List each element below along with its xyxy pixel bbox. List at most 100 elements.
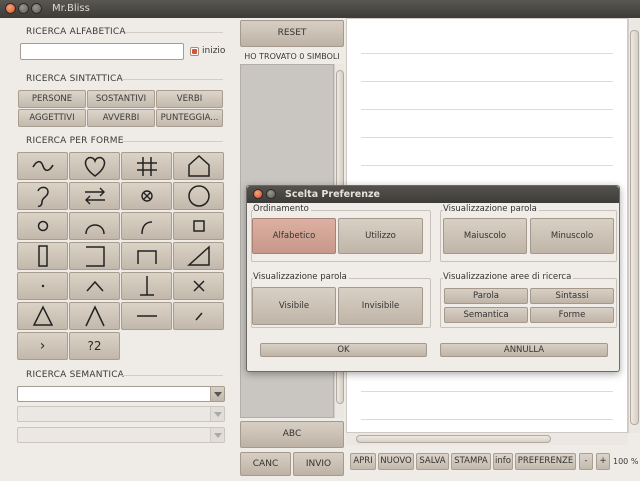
shape-button-triangle[interactable] xyxy=(17,302,68,330)
shape-button-open-bracket[interactable] xyxy=(69,242,120,270)
text-line xyxy=(361,137,613,138)
shape-button-hash[interactable] xyxy=(121,152,172,180)
forme-button[interactable]: Forme xyxy=(530,307,614,323)
semantic-combo-3 xyxy=(17,427,225,443)
syntax-button-avverbi[interactable]: AVVERBI xyxy=(87,109,155,127)
preferenze-button[interactable]: PREFERENZE xyxy=(515,453,576,470)
document-vscrollbar[interactable] xyxy=(628,18,640,433)
maiuscolo-button[interactable]: Maiuscolo xyxy=(443,218,527,254)
invio-button[interactable]: INVIO xyxy=(293,452,344,476)
chevron-down-icon[interactable] xyxy=(210,387,224,401)
shape-button-small-arc[interactable] xyxy=(121,212,172,240)
alfabetico-button[interactable]: Alfabetico xyxy=(252,218,336,254)
shape-button-exchange[interactable] xyxy=(69,182,120,210)
divider xyxy=(121,375,223,376)
parola-button[interactable]: Parola xyxy=(444,288,528,304)
ear-hook-icon xyxy=(36,186,49,207)
right-triangle-icon xyxy=(186,245,210,266)
text-line xyxy=(361,53,613,54)
syntax-button-persone[interactable]: PERSONE xyxy=(18,90,86,108)
apri-button[interactable]: APRI xyxy=(350,453,376,470)
inizio-label: inizio xyxy=(202,46,226,56)
invisibile-button[interactable]: Invisibile xyxy=(338,287,423,325)
heart-icon xyxy=(84,156,105,177)
nuovo-button[interactable]: NUOVO xyxy=(378,453,414,470)
text-line xyxy=(361,391,613,392)
shape-button-circled-cross[interactable] xyxy=(121,182,172,210)
utilizzo-button[interactable]: Utilizzo xyxy=(338,218,423,254)
text-line xyxy=(361,109,613,110)
gate-icon xyxy=(136,250,157,264)
salva-button[interactable]: SALVA xyxy=(416,453,449,470)
divider xyxy=(122,141,223,142)
syntax-button-sostantivi[interactable]: SOSTANTIVI xyxy=(87,90,155,108)
abc-button[interactable]: ABC xyxy=(240,421,344,448)
shape-button-greater-than[interactable]: › xyxy=(17,332,68,360)
shape-search-title: RICERCA PER FORME xyxy=(26,136,124,146)
shape-button-x-cross[interactable] xyxy=(173,272,224,300)
inverted-t-icon xyxy=(139,276,154,296)
minuscolo-button[interactable]: Minuscolo xyxy=(530,218,614,254)
text-line xyxy=(361,165,613,166)
house-icon xyxy=(187,154,210,177)
horizontal-line-icon xyxy=(136,315,157,317)
text-line xyxy=(361,81,613,82)
zoom-in-button[interactable]: + xyxy=(596,453,610,470)
shape-button-horizontal-line[interactable] xyxy=(121,302,172,330)
tilde-icon xyxy=(31,160,54,172)
syntax-button-verbi[interactable]: VERBI xyxy=(156,90,223,108)
reset-button[interactable]: RESET xyxy=(240,20,344,47)
exchange-arrows-icon xyxy=(84,187,105,205)
shape-button-gate[interactable] xyxy=(121,242,172,270)
scrollbar-thumb[interactable] xyxy=(630,30,639,425)
zoom-out-button[interactable]: - xyxy=(579,453,593,470)
visibile-button[interactable]: Visibile xyxy=(252,287,336,325)
syntax-button-aggettivi[interactable]: AGGETTIVI xyxy=(18,109,86,127)
arc-icon xyxy=(84,224,105,235)
minimize-icon[interactable] xyxy=(266,189,276,199)
document-hscrollbar[interactable] xyxy=(346,433,628,445)
info-button[interactable]: info xyxy=(493,453,513,470)
alpha-search-input[interactable] xyxy=(20,43,184,60)
shape-button-arc[interactable] xyxy=(69,212,120,240)
shape-button-tilde[interactable] xyxy=(17,152,68,180)
semantic-combo-1[interactable] xyxy=(17,386,225,402)
close-icon[interactable] xyxy=(253,189,263,199)
canc-button[interactable]: CANC xyxy=(240,452,291,476)
stampa-button[interactable]: STAMPA xyxy=(451,453,491,470)
question-two-icon: ?2 xyxy=(87,339,102,353)
shape-button-heart[interactable] xyxy=(69,152,120,180)
shape-button-small-square[interactable] xyxy=(173,212,224,240)
maximize-icon[interactable] xyxy=(31,3,42,14)
chevron-down-icon xyxy=(210,407,224,421)
text-line xyxy=(361,419,613,420)
shape-button-lambda[interactable] xyxy=(69,302,120,330)
semantica-button[interactable]: Semantica xyxy=(444,307,528,323)
shape-button-inverted-t[interactable] xyxy=(121,272,172,300)
minimize-icon[interactable] xyxy=(18,3,29,14)
window-title: Mr.Bliss xyxy=(52,3,90,14)
syntax-button-punteggiatura[interactable]: PUNTEGGIA... xyxy=(156,109,223,127)
shape-button-circle[interactable] xyxy=(173,182,224,210)
close-icon[interactable] xyxy=(5,3,16,14)
shape-button-slash[interactable] xyxy=(173,302,224,330)
areas-label: Visualizzazione aree di ricerca xyxy=(443,272,574,282)
shape-button-caret[interactable] xyxy=(69,272,120,300)
triangle-icon xyxy=(32,305,53,326)
shape-button-dot[interactable] xyxy=(17,272,68,300)
shape-button-tall-rectangle[interactable] xyxy=(17,242,68,270)
shape-button-ear[interactable] xyxy=(17,182,68,210)
shape-button-small-circle[interactable] xyxy=(17,212,68,240)
shape-button-right-triangle[interactable] xyxy=(173,242,224,270)
shape-button-question-two[interactable]: ?2 xyxy=(69,332,120,360)
x-cross-icon xyxy=(192,280,205,292)
scrollbar-thumb[interactable] xyxy=(356,435,551,443)
shape-button-house[interactable] xyxy=(173,152,224,180)
dialog-title-bar: Scelta Preferenze xyxy=(247,186,619,203)
inizio-checkbox[interactable] xyxy=(190,47,199,56)
annulla-button[interactable]: ANNULLA xyxy=(440,343,608,357)
visibility-label: Visualizzazione parola xyxy=(253,272,349,282)
ok-button[interactable]: OK xyxy=(260,343,427,357)
caret-icon xyxy=(85,280,104,292)
sintassi-button[interactable]: Sintassi xyxy=(530,288,614,304)
